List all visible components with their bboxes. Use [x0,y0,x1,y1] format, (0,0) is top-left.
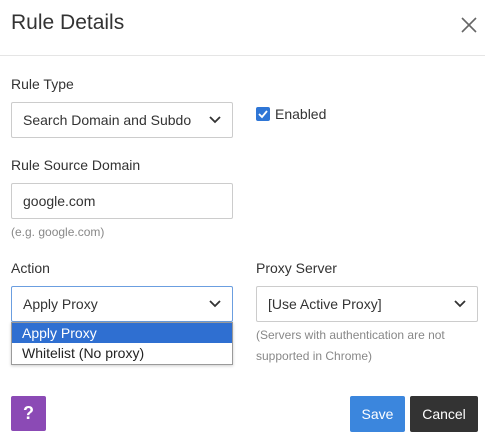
action-dropdown-list: Apply Proxy Whitelist (No proxy) [11,322,233,365]
proxy-server-value: [Use Active Proxy] [268,296,382,312]
rule-source-label: Rule Source Domain [11,157,141,173]
action-value: Apply Proxy [23,296,98,312]
rule-source-hint: (e.g. google.com) [11,225,105,239]
action-select[interactable]: Apply Proxy [11,286,233,322]
action-option-apply-proxy[interactable]: Apply Proxy [12,323,232,343]
rule-type-select[interactable]: Search Domain and Subdo [11,102,233,138]
proxy-server-label: Proxy Server [256,260,337,276]
rule-source-input[interactable]: google.com [11,183,233,219]
proxy-server-select[interactable]: [Use Active Proxy] [256,286,478,322]
rule-type-value: Search Domain and Subdo [23,112,192,128]
checkmark-icon [258,110,268,119]
help-button[interactable]: ? [11,396,46,431]
close-icon[interactable] [458,14,480,36]
rule-details-dialog: Rule Details Rule Type Search Domain and… [0,0,485,439]
proxy-server-hint-2: supported in Chrome) [256,349,373,363]
action-label: Action [11,260,50,276]
action-option-whitelist[interactable]: Whitelist (No proxy) [12,343,232,363]
enabled-checkbox[interactable] [256,107,270,121]
dialog-header: Rule Details [0,0,485,56]
cancel-button[interactable]: Cancel [410,396,478,432]
chevron-down-icon [209,300,221,308]
proxy-server-hint-1: (Servers with authentication are not [256,328,445,342]
dialog-title: Rule Details [11,11,125,34]
save-button[interactable]: Save [350,396,405,432]
rule-type-label: Rule Type [11,76,74,92]
chevron-down-icon [454,300,466,308]
chevron-down-icon [209,116,221,124]
enabled-label: Enabled [275,106,327,122]
